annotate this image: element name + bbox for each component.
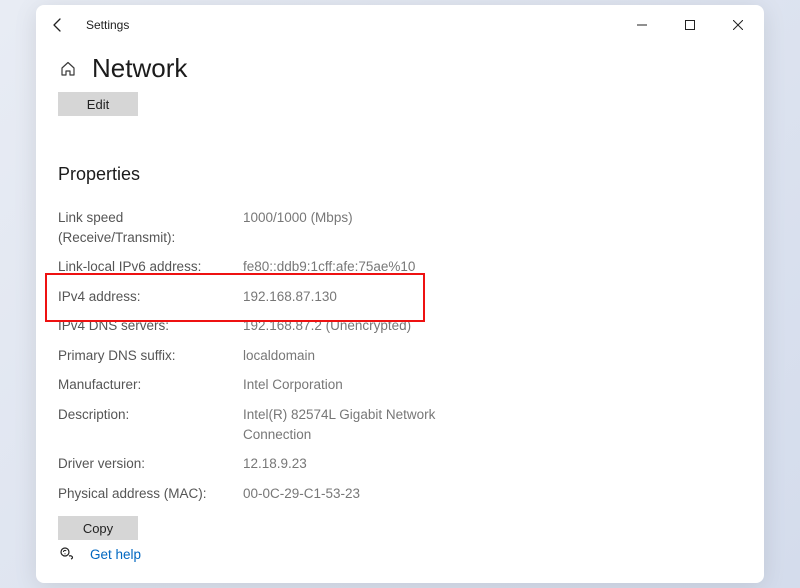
edit-button[interactable]: Edit — [58, 92, 138, 116]
property-label: Physical address (MAC): — [58, 484, 243, 504]
home-icon — [58, 59, 78, 79]
property-label: Link speed (Receive/Transmit): — [58, 208, 243, 247]
property-row: Link-local IPv6 address: fe80::ddb9:1cff… — [58, 252, 742, 282]
property-label: Driver version: — [58, 454, 243, 474]
back-button[interactable] — [46, 13, 70, 37]
property-value: 00-0C-29-C1-53-23 — [243, 484, 360, 504]
minimize-button[interactable] — [620, 10, 664, 40]
help-icon — [58, 545, 76, 563]
property-row: Physical address (MAC): 00-0C-29-C1-53-2… — [58, 479, 742, 509]
window-title: Settings — [86, 18, 129, 32]
property-label: IPv4 address: — [58, 287, 243, 307]
page-heading-row: Network — [58, 53, 742, 84]
minimize-icon — [637, 20, 647, 30]
property-value: 12.18.9.23 — [243, 454, 307, 474]
content-area: Network Edit Properties Link speed (Rece… — [36, 45, 764, 583]
property-label: IPv4 DNS servers: — [58, 316, 243, 336]
maximize-icon — [685, 20, 695, 30]
property-value: fe80::ddb9:1cff:afe:75ae%10 — [243, 257, 415, 277]
property-row: IPv4 address: 192.168.87.130 — [58, 282, 742, 312]
page-title: Network — [92, 53, 187, 84]
property-label: Primary DNS suffix: — [58, 346, 243, 366]
property-value: 192.168.87.130 — [243, 287, 337, 307]
back-icon — [51, 18, 65, 32]
settings-window: Settings Network Edit Properties Li — [36, 5, 764, 583]
close-icon — [733, 20, 743, 30]
property-row: Manufacturer: Intel Corporation — [58, 370, 742, 400]
get-help-link[interactable]: Get help — [90, 547, 141, 562]
close-button[interactable] — [716, 10, 760, 40]
window-controls — [620, 10, 760, 40]
property-label: Link-local IPv6 address: — [58, 257, 243, 277]
maximize-button[interactable] — [668, 10, 712, 40]
property-row: Description: Intel(R) 82574L Gigabit Net… — [58, 400, 742, 449]
properties-heading: Properties — [58, 164, 742, 185]
copy-button[interactable]: Copy — [58, 516, 138, 540]
property-row: Driver version: 12.18.9.23 — [58, 449, 742, 479]
property-value: localdomain — [243, 346, 315, 366]
property-label: Description: — [58, 405, 243, 444]
titlebar: Settings — [36, 5, 764, 45]
property-label: Manufacturer: — [58, 375, 243, 395]
property-row: Primary DNS suffix: localdomain — [58, 341, 742, 371]
property-row: IPv4 DNS servers: 192.168.87.2 (Unencryp… — [58, 311, 742, 341]
properties-table: Link speed (Receive/Transmit): 1000/1000… — [58, 203, 742, 508]
property-value: Intel(R) 82574L Gigabit Network Connecti… — [243, 405, 443, 444]
property-value: Intel Corporation — [243, 375, 343, 395]
property-value: 1000/1000 (Mbps) — [243, 208, 353, 247]
property-row: Link speed (Receive/Transmit): 1000/1000… — [58, 203, 742, 252]
help-row: Get help — [58, 545, 742, 563]
property-value: 192.168.87.2 (Unencrypted) — [243, 316, 411, 336]
